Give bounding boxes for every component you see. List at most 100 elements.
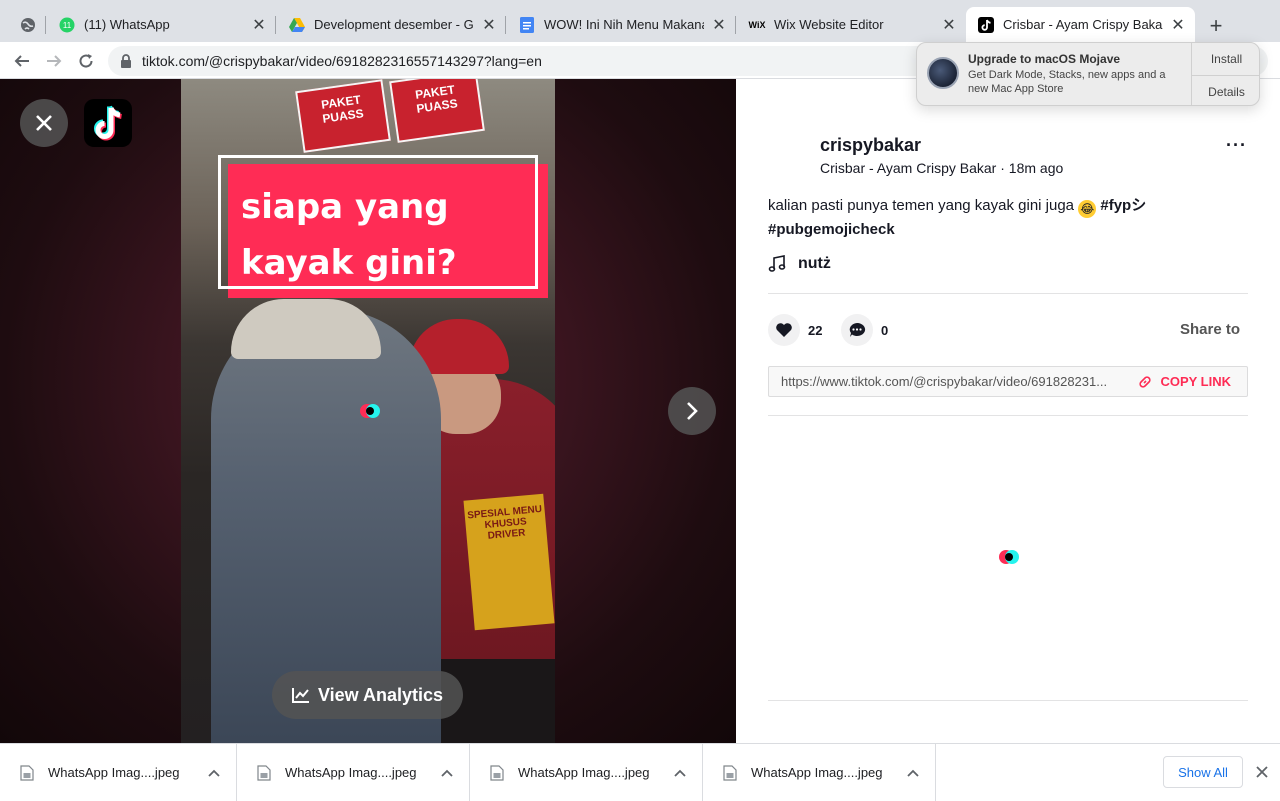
forward-button[interactable] — [40, 47, 68, 75]
tiktok-logo[interactable] — [84, 99, 132, 147]
comment-icon[interactable] — [841, 314, 873, 346]
laughing-emoji-icon: 😂 — [1078, 200, 1097, 218]
post-subline: Crisbar - Ayam Crispy Bakar · 18m ago — [820, 160, 1064, 176]
show-all-downloads-button[interactable]: Show All — [1163, 756, 1243, 788]
tab-google-drive[interactable]: Development desember - Go ✕ — [277, 7, 506, 42]
tab-title: Crisbar - Ayam Crispy Bakar — [1003, 17, 1163, 32]
download-item[interactable]: WhatsApp Imag....jpeg — [470, 744, 703, 801]
post-description: kalian pasti punya temen yang kayak gini… — [768, 194, 1208, 242]
description-text: kalian pasti punya temen yang kayak gini… — [768, 197, 1075, 214]
tab-title: Wix Website Editor — [774, 17, 884, 32]
image-file-icon — [723, 764, 737, 781]
close-tab-icon[interactable]: ✕ — [1169, 16, 1187, 34]
heart-icon[interactable] — [768, 314, 800, 346]
copy-link-button[interactable]: COPY LINK — [1128, 374, 1247, 389]
chevron-up-icon[interactable] — [208, 769, 220, 777]
tab-tiktok-active[interactable]: Crisbar - Ayam Crispy Bakar ✕ — [966, 7, 1195, 42]
loading-spinner-icon — [360, 404, 380, 418]
whatsapp-icon: 11 — [59, 17, 75, 33]
image-file-icon — [257, 764, 271, 781]
tab-title: WOW! Ini Nih Menu Makanan — [544, 17, 704, 32]
tab-title: Development desember - Go — [314, 17, 474, 32]
download-filename: WhatsApp Imag....jpeg — [285, 765, 417, 780]
close-tab-icon[interactable]: ✕ — [480, 16, 498, 34]
music-link[interactable]: nutż — [768, 255, 831, 273]
details-button[interactable]: Details — [1192, 75, 1259, 105]
back-button[interactable] — [8, 47, 36, 75]
post-details-panel: crispybakar Crisbar - Ayam Crispy Bakar … — [736, 79, 1280, 743]
tiktok-icon — [978, 16, 994, 33]
post-username[interactable]: crispybakar — [820, 135, 921, 156]
like-stat[interactable]: 22 — [768, 314, 822, 346]
download-item[interactable]: WhatsApp Imag....jpeg — [703, 744, 936, 801]
hashtag-link[interactable]: #fypシ — [1100, 197, 1146, 214]
chevron-up-icon[interactable] — [674, 769, 686, 777]
download-item[interactable]: WhatsApp Imag....jpeg — [237, 744, 470, 801]
caption-line: siapa yang — [241, 187, 449, 227]
caption-text: siapa yang kayak gini? — [241, 179, 541, 291]
macos-mojave-icon — [927, 57, 959, 89]
google-drive-icon — [289, 17, 305, 33]
comment-count: 0 — [881, 322, 889, 338]
whatsapp-badge-text: 11 — [63, 21, 72, 30]
reload-button[interactable] — [72, 47, 100, 75]
hashtag-link[interactable]: #pubgemojicheck — [768, 221, 895, 238]
chevron-up-icon[interactable] — [441, 769, 453, 777]
comments-loading-spinner-icon — [999, 550, 1019, 564]
menu-sign: PAKET PUASS — [389, 79, 485, 143]
analytics-label: View Analytics — [317, 684, 444, 705]
notification-title: Upgrade to macOS Mojave — [968, 52, 1121, 66]
music-note-icon — [768, 255, 786, 272]
install-button[interactable]: Install — [1192, 43, 1259, 75]
tab-wix[interactable]: WiX Wix Website Editor ✕ — [737, 7, 966, 42]
tab-globe[interactable] — [8, 7, 46, 42]
close-download-bar-icon[interactable] — [1252, 762, 1272, 782]
share-to-label: Share to — [1180, 321, 1241, 338]
download-bar: WhatsApp Imag....jpeg WhatsApp Imag....j… — [0, 743, 1280, 801]
share-link-url[interactable]: https://www.tiktok.com/@crispybakar/vide… — [781, 374, 1128, 389]
tiktok-logo-icon — [94, 105, 122, 141]
back-arrow-icon — [14, 55, 29, 67]
divider — [768, 700, 1248, 701]
download-filename: WhatsApp Imag....jpeg — [48, 765, 180, 780]
download-filename: WhatsApp Imag....jpeg — [518, 765, 650, 780]
chevron-up-icon[interactable] — [907, 769, 919, 777]
lock-icon — [120, 54, 132, 68]
link-icon — [1139, 375, 1152, 388]
image-file-icon — [490, 764, 504, 781]
download-filename: WhatsApp Imag....jpeg — [751, 765, 883, 780]
close-tab-icon[interactable]: ✕ — [250, 16, 268, 34]
notification-actions: Install Details — [1191, 43, 1259, 105]
more-options-button[interactable]: ··· — [1226, 135, 1247, 156]
close-icon — [36, 115, 52, 131]
divider — [768, 293, 1248, 294]
google-docs-icon — [519, 16, 535, 33]
promo-sign: SPESIAL MENU KHUSUS DRIVER — [463, 493, 555, 631]
notification-body: Get Dark Mode, Stacks, new apps and a ne… — [968, 69, 1166, 95]
reload-icon — [79, 54, 93, 68]
comment-stat[interactable]: 0 — [841, 314, 888, 346]
customer-cap — [231, 299, 381, 359]
tab-title: (11) WhatsApp — [84, 17, 170, 32]
download-item[interactable]: WhatsApp Imag....jpeg — [0, 744, 237, 801]
caption-line: kayak gini? — [241, 243, 457, 283]
copy-link-label: COPY LINK — [1160, 374, 1231, 389]
image-file-icon — [20, 764, 34, 781]
chevron-right-icon — [687, 402, 698, 420]
analytics-chart-icon — [291, 688, 309, 703]
close-tab-icon[interactable]: ✕ — [940, 16, 958, 34]
close-video-button[interactable] — [20, 99, 68, 147]
music-title: nutż — [798, 255, 831, 272]
tab-whatsapp[interactable]: 11 (11) WhatsApp ✕ — [47, 7, 276, 42]
tab-strip: 11 (11) WhatsApp ✕ Development desember … — [0, 0, 1280, 42]
tab-google-docs[interactable]: WOW! Ini Nih Menu Makanan ✕ — [507, 7, 736, 42]
next-video-button[interactable] — [668, 387, 716, 435]
wix-icon: WiX — [748, 19, 766, 30]
menu-sign: PAKET PUASS — [295, 79, 391, 153]
new-tab-button[interactable]: + — [1203, 13, 1229, 39]
macos-upgrade-notification[interactable]: Upgrade to macOS Mojave Get Dark Mode, S… — [916, 42, 1260, 106]
divider — [768, 415, 1248, 416]
view-analytics-button[interactable]: View Analytics — [272, 671, 463, 719]
video-panel: PAKET PUASS PAKET PUASS SPESIAL MENU KHU… — [0, 79, 736, 743]
close-tab-icon[interactable]: ✕ — [710, 16, 728, 34]
